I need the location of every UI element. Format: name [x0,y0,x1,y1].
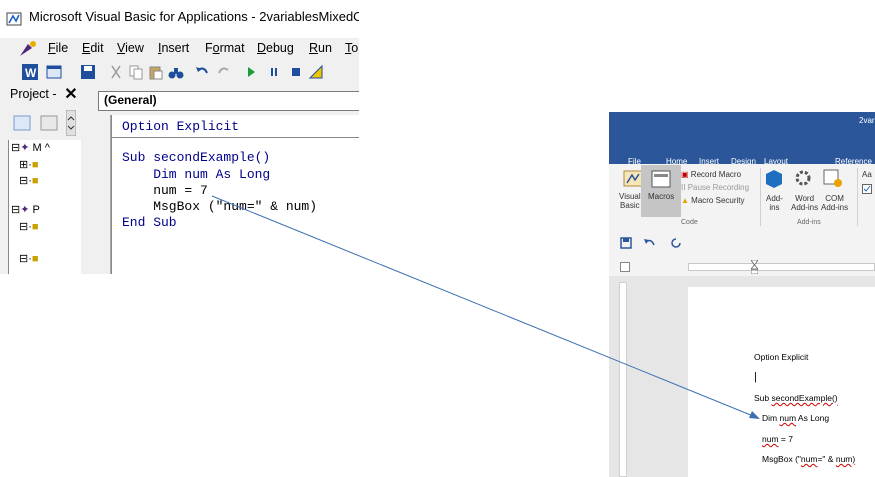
annotation-arrow [211,195,760,419]
arrow-line [211,195,759,419]
arrow-head [749,411,760,419]
